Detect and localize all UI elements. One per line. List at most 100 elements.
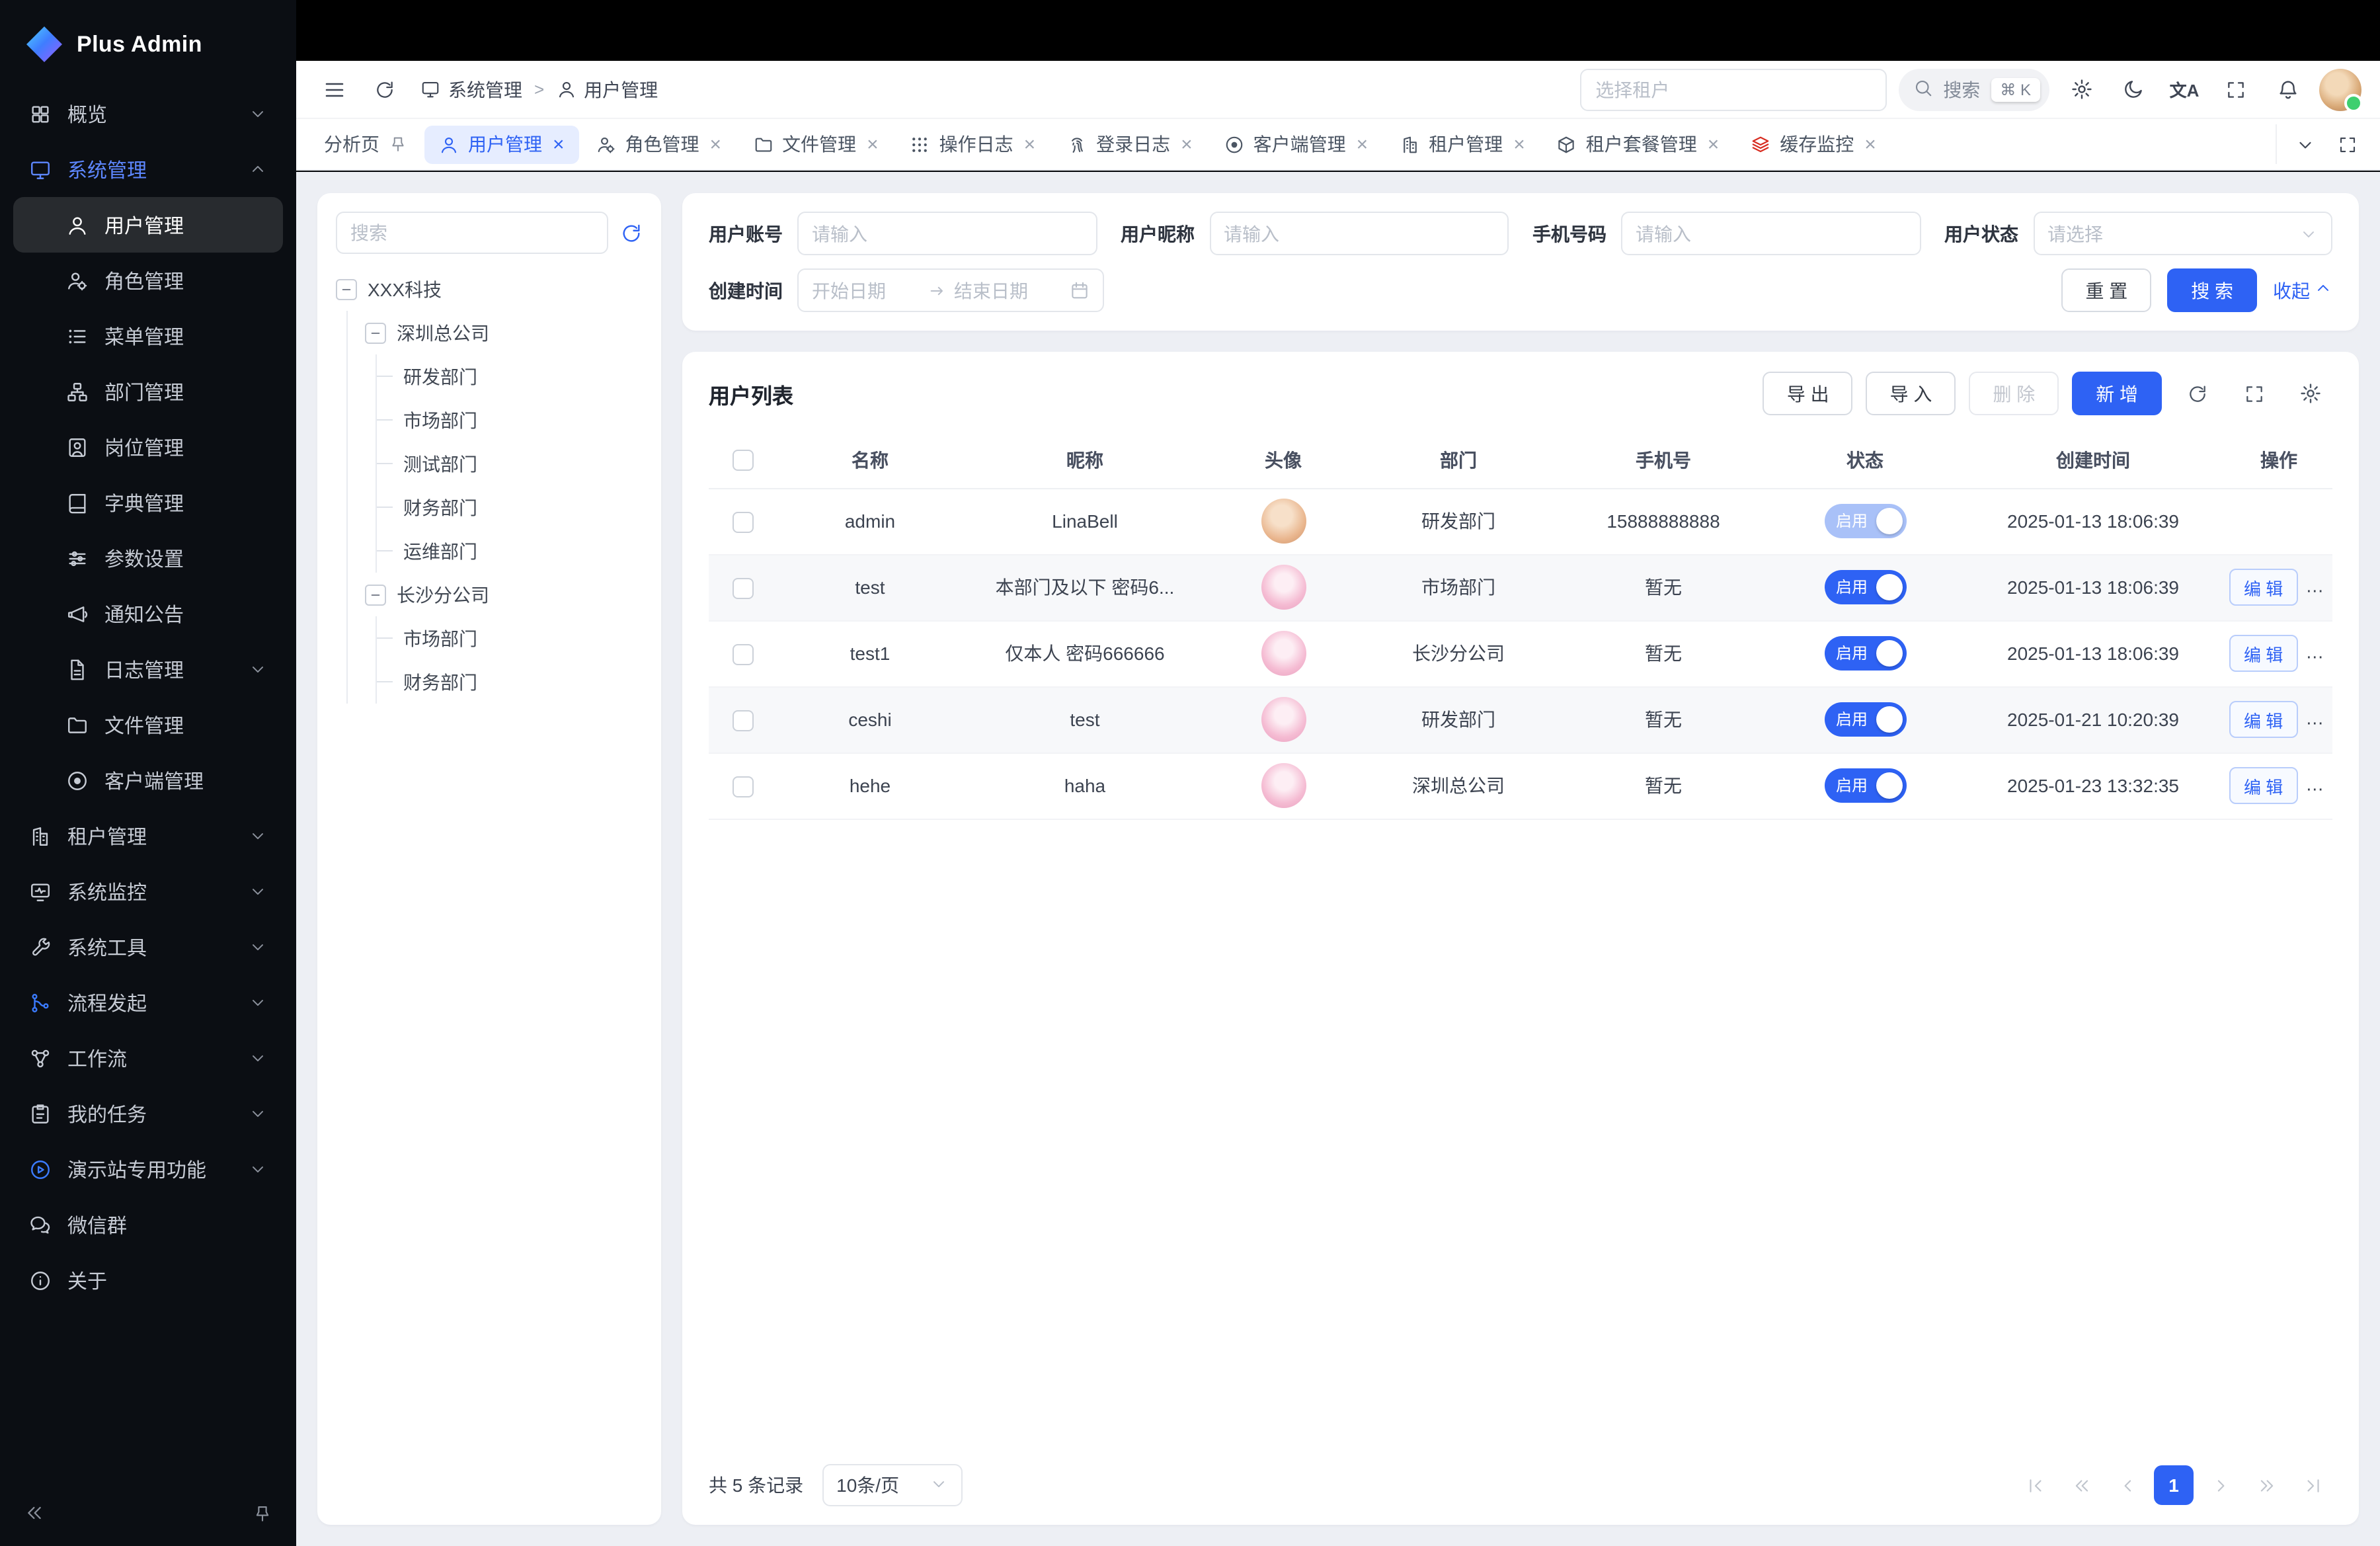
sidebar-item-file-sub[interactable]: 文件管理 bbox=[13, 697, 283, 753]
tree-node[interactable]: 测试部门 bbox=[394, 442, 643, 485]
import-button[interactable]: 导 入 bbox=[1866, 372, 1956, 415]
tab-3[interactable]: 文件管理× bbox=[738, 125, 893, 163]
column-header[interactable]: 创建时间 bbox=[1961, 432, 2225, 488]
page-number-button[interactable]: 1 bbox=[2154, 1465, 2194, 1505]
collapse-filters-link[interactable]: 收起 bbox=[2273, 277, 2332, 304]
tree-node[interactable]: XXX科技 bbox=[336, 267, 643, 311]
page-first-button[interactable] bbox=[2015, 1465, 2055, 1505]
page-dright-button[interactable] bbox=[2246, 1465, 2286, 1505]
reset-button[interactable]: 重 置 bbox=[2061, 268, 2151, 312]
close-tab-icon[interactable]: × bbox=[867, 134, 879, 154]
status-toggle[interactable]: 启用 bbox=[1824, 570, 1906, 604]
sidebar-item-badge-sub[interactable]: 岗位管理 bbox=[13, 419, 283, 475]
sidebar-item-building[interactable]: 租户管理 bbox=[13, 808, 283, 864]
tree-node[interactable]: 市场部门 bbox=[394, 398, 643, 442]
row-checkbox[interactable] bbox=[733, 710, 754, 731]
filter-input-1[interactable] bbox=[1224, 223, 1494, 244]
close-tab-icon[interactable]: × bbox=[1357, 134, 1368, 154]
edit-button[interactable]: 编 辑 bbox=[2229, 767, 2297, 804]
sidebar-collapse-button[interactable] bbox=[24, 1502, 45, 1530]
tabs-dropdown-button[interactable] bbox=[2285, 124, 2324, 164]
tree-collapse-toggle[interactable] bbox=[336, 278, 357, 300]
close-tab-icon[interactable]: × bbox=[1864, 134, 1876, 154]
tree-node[interactable]: 研发部门 bbox=[394, 354, 643, 398]
search-button[interactable]: 搜 索 bbox=[2167, 268, 2257, 312]
row-checkbox[interactable] bbox=[733, 776, 754, 797]
tree-node[interactable]: 长沙分公司 bbox=[365, 573, 643, 616]
select-all-checkbox[interactable] bbox=[733, 450, 754, 471]
close-tab-icon[interactable]: × bbox=[1181, 134, 1193, 154]
page-size-select[interactable]: 10条/页 bbox=[822, 1464, 962, 1506]
breadcrumb-item[interactable]: 系统管理 bbox=[420, 76, 522, 102]
sidebar-item-wechat[interactable]: 微信群 bbox=[13, 1197, 283, 1252]
date-range-picker[interactable]: 开始日期 结束日期 bbox=[797, 268, 1104, 312]
edit-button[interactable]: 编 辑 bbox=[2229, 635, 2297, 672]
table-settings-button[interactable] bbox=[2289, 372, 2332, 415]
row-checkbox[interactable] bbox=[733, 643, 754, 665]
page-chevron-left-button[interactable] bbox=[2108, 1465, 2147, 1505]
status-toggle[interactable]: 启用 bbox=[1824, 702, 1906, 737]
language-toggle-button[interactable]: 文A bbox=[2164, 69, 2204, 109]
dept-search-input[interactable] bbox=[350, 222, 594, 243]
menu-toggle-button[interactable] bbox=[315, 69, 354, 109]
close-tab-icon[interactable]: × bbox=[1708, 134, 1720, 154]
column-header[interactable]: 手机号 bbox=[1558, 432, 1769, 488]
tab-9[interactable]: 缓存监控× bbox=[1736, 125, 1891, 163]
sidebar-item-sliders-sub[interactable]: 参数设置 bbox=[13, 530, 283, 586]
tree-collapse-toggle[interactable] bbox=[365, 584, 386, 605]
edit-button[interactable]: 编 辑 bbox=[2229, 701, 2297, 738]
export-button[interactable]: 导 出 bbox=[1763, 372, 1853, 415]
tab-1[interactable]: 用户管理× bbox=[424, 125, 579, 163]
tab-0[interactable]: 分析页 bbox=[309, 125, 422, 163]
close-tab-icon[interactable]: × bbox=[553, 134, 565, 154]
tab-2[interactable]: 角色管理× bbox=[582, 125, 736, 163]
column-header[interactable]: 操作 bbox=[2225, 432, 2332, 488]
notifications-button[interactable] bbox=[2268, 69, 2307, 109]
sidebar-item-record-sub[interactable]: 客户端管理 bbox=[13, 753, 283, 808]
tenant-select[interactable]: 选择租户 bbox=[1579, 68, 1886, 110]
tree-collapse-toggle[interactable] bbox=[365, 322, 386, 343]
sidebar-item-flow[interactable]: 流程发起 bbox=[13, 975, 283, 1030]
row-checkbox[interactable] bbox=[733, 577, 754, 598]
tabs-fullscreen-button[interactable] bbox=[2327, 124, 2367, 164]
tree-node[interactable]: 深圳总公司 bbox=[365, 311, 643, 354]
column-header[interactable]: 名称 bbox=[777, 432, 963, 488]
sidebar-item-demo[interactable]: 演示站专用功能 bbox=[13, 1141, 283, 1197]
table-fullscreen-button[interactable] bbox=[2232, 372, 2276, 415]
sidebar-item-megaphone-sub[interactable]: 通知公告 bbox=[13, 586, 283, 641]
sidebar-item-log-sub[interactable]: 日志管理 bbox=[13, 641, 283, 697]
tab-4[interactable]: 操作日志× bbox=[896, 125, 1051, 163]
column-header[interactable]: 部门 bbox=[1359, 432, 1558, 488]
row-checkbox[interactable] bbox=[733, 511, 754, 532]
column-header[interactable]: 昵称 bbox=[963, 432, 1207, 488]
tree-node[interactable]: 市场部门 bbox=[394, 616, 643, 660]
tab-5[interactable]: 登录日志× bbox=[1052, 125, 1207, 163]
tab-6[interactable]: 客户端管理× bbox=[1210, 125, 1383, 163]
close-tab-icon[interactable]: × bbox=[1513, 134, 1525, 154]
page-last-button[interactable] bbox=[2293, 1465, 2332, 1505]
tab-7[interactable]: 租户管理× bbox=[1385, 125, 1540, 163]
sidebar-item-task[interactable]: 我的任务 bbox=[13, 1086, 283, 1141]
sidebar-item-tools[interactable]: 系统工具 bbox=[13, 919, 283, 975]
status-toggle[interactable]: 启用 bbox=[1824, 768, 1906, 803]
settings-button[interactable] bbox=[2061, 69, 2101, 109]
status-toggle[interactable]: 启用 bbox=[1824, 636, 1906, 671]
breadcrumb-item[interactable]: 用户管理 bbox=[556, 76, 658, 102]
user-avatar[interactable] bbox=[2319, 68, 2361, 110]
sidebar-item-org-sub[interactable]: 部门管理 bbox=[13, 364, 283, 419]
sidebar-item-book-sub[interactable]: 字典管理 bbox=[13, 475, 283, 530]
dark-mode-button[interactable] bbox=[2113, 69, 2153, 109]
page-chevron-right-button[interactable] bbox=[2200, 1465, 2240, 1505]
sidebar-pin-button[interactable] bbox=[253, 1503, 272, 1529]
tab-8[interactable]: 租户套餐管理× bbox=[1542, 125, 1734, 163]
tree-node[interactable]: 财务部门 bbox=[394, 485, 643, 529]
sidebar-item-monitor[interactable]: 系统管理 bbox=[13, 142, 283, 197]
sidebar-item-menu-sub[interactable]: 菜单管理 bbox=[13, 308, 283, 364]
fullscreen-button[interactable] bbox=[2216, 69, 2256, 109]
sidebar-item-workflow[interactable]: 工作流 bbox=[13, 1030, 283, 1086]
tree-node[interactable]: 运维部门 bbox=[394, 529, 643, 573]
column-header[interactable]: 状态 bbox=[1769, 432, 1961, 488]
close-tab-icon[interactable]: × bbox=[1024, 134, 1036, 154]
filter-select-3[interactable]: 请选择 bbox=[2033, 212, 2332, 255]
global-search[interactable]: 搜索 ⌘ K bbox=[1898, 68, 2049, 110]
